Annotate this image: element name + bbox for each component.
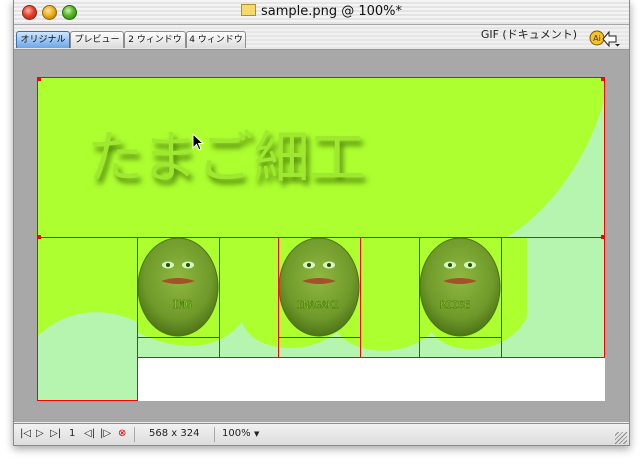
egg-label: RIISE	[440, 300, 470, 311]
last-frame-icon[interactable]: ▷|	[50, 428, 61, 439]
tab-4-window[interactable]: 4 ウィンドウ	[186, 31, 246, 48]
canvas-area[interactable]: たまご細工 IMG INAGAKI RIISE	[14, 50, 629, 422]
zoom-dropdown-icon[interactable]: ▼	[254, 430, 259, 438]
mouse-pointer-icon	[192, 133, 204, 151]
stop-icon[interactable]: ⊗	[118, 428, 126, 439]
tab-original[interactable]: オリジナル	[16, 31, 70, 48]
egg-label: INAGAKI	[297, 300, 339, 311]
egg-img: IMG	[137, 237, 219, 337]
artwork-heading: たまご細工	[87, 126, 365, 191]
view-tab-bar: オリジナル プレビュー 2 ウィンドウ 4 ウィンドウ GIF (ドキュメント)…	[14, 25, 629, 50]
egg-riise: RIISE	[419, 237, 501, 337]
window-title-text: sample.png @ 100%*	[260, 4, 403, 19]
frame-number: 1	[69, 428, 76, 439]
prev-frame-icon[interactable]: ◁|	[84, 428, 95, 439]
egg-inagaki: INAGAKI	[278, 237, 360, 337]
status-bar: |◁ ▷ ▷| 1 ◁| |▷ ⊗ 568 x 324 100% ▼	[14, 423, 629, 445]
next-frame-icon[interactable]: |▷	[100, 428, 111, 439]
image-window: sample.png @ 100%* オリジナル プレビュー 2 ウィンドウ 4…	[13, 0, 630, 446]
document-icon	[240, 4, 256, 16]
play-icon[interactable]: ▷	[36, 428, 44, 439]
egg-label: IMG	[172, 298, 192, 311]
svg-text:Ai: Ai	[593, 34, 601, 43]
tab-preview[interactable]: プレビュー	[70, 31, 124, 48]
format-label: GIF (ドキュメント)	[480, 28, 577, 41]
first-frame-icon[interactable]: |◁	[20, 428, 31, 439]
artwork-canvas[interactable]: たまご細工 IMG INAGAKI RIISE	[37, 77, 605, 401]
image-dimensions: 568 x 324	[149, 428, 200, 439]
mint-corner	[37, 357, 137, 401]
jump-to-application-icon[interactable]: Ai	[587, 27, 621, 47]
zoom-level[interactable]: 100%	[222, 428, 251, 439]
tab-2-window[interactable]: 2 ウィンドウ	[124, 31, 186, 48]
resize-grip-icon[interactable]	[615, 432, 627, 444]
window-title: sample.png @ 100%*	[14, 4, 629, 19]
title-bar[interactable]: sample.png @ 100%*	[14, 0, 629, 25]
